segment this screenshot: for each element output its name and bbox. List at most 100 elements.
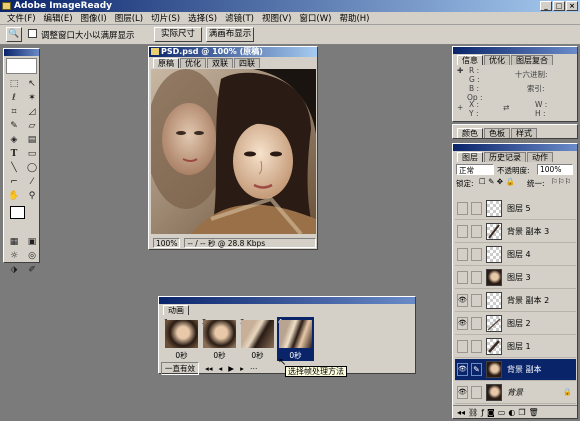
link-toggle[interactable]: [471, 225, 482, 238]
eye-icon[interactable]: 👁: [457, 363, 468, 376]
first-frame-icon[interactable]: ◂◂: [205, 364, 213, 373]
download-time-dropdown[interactable]: -- / -- 秒 @ 28.8 Kbps: [184, 238, 316, 248]
preview-browser-icon[interactable]: ☼: [6, 250, 22, 262]
canvas-photo[interactable]: [151, 69, 316, 234]
brush-tool-icon[interactable]: ✎: [6, 120, 22, 132]
new-layer-icon[interactable]: ❐: [518, 408, 525, 417]
eye-icon[interactable]: 👁: [457, 386, 468, 399]
marquee-tool-icon[interactable]: ⬚: [6, 78, 22, 90]
fit-screen-button[interactable]: 满画布显示: [206, 27, 254, 42]
visibility-toggle[interactable]: [457, 271, 468, 284]
loop-select[interactable]: 一直有效: [161, 361, 199, 375]
layer-row[interactable]: 👁 背景 副本 2: [455, 290, 576, 312]
tab-history[interactable]: 历史记录: [484, 152, 526, 162]
close-button[interactable]: ×: [566, 1, 578, 11]
crop-tool-icon[interactable]: ⌗: [6, 106, 22, 118]
menu-help[interactable]: 帮助(H): [335, 12, 373, 24]
tab-color[interactable]: 颜色: [457, 128, 483, 138]
tab-styles[interactable]: 样式: [511, 128, 537, 138]
tab-layer-comps[interactable]: 图层复合: [511, 55, 553, 65]
link-toggle[interactable]: [471, 317, 482, 330]
eye-icon[interactable]: 👁: [457, 294, 468, 307]
visibility-toggle[interactable]: [457, 248, 468, 261]
link-toggle[interactable]: [471, 340, 482, 353]
menu-file[interactable]: 文件(F): [3, 12, 40, 24]
tab-2up[interactable]: 双联: [207, 58, 233, 68]
image-map-visibility-icon[interactable]: ⬗: [6, 264, 22, 276]
opacity-input[interactable]: 100%: [537, 164, 573, 175]
shape-tool-icon[interactable]: ◯: [24, 162, 40, 174]
layer-row[interactable]: 图层 5: [455, 198, 576, 220]
menu-window[interactable]: 窗口(W): [295, 12, 335, 24]
brush-icon[interactable]: ✎: [471, 363, 482, 376]
eyedropper-tool-icon[interactable]: ⁄: [24, 176, 40, 188]
layer-row[interactable]: 图层 4: [455, 244, 576, 266]
layer-row[interactable]: 图层 1: [455, 336, 576, 358]
trash-icon[interactable]: 🗑: [529, 408, 539, 417]
animation-frame[interactable]: 3 0秒: [239, 317, 276, 361]
animation-frame[interactable]: 1 0秒: [163, 317, 200, 361]
menu-select[interactable]: 选择(S): [184, 12, 221, 24]
frame-delay[interactable]: 0秒: [163, 350, 200, 361]
line-tool-icon[interactable]: ╲: [6, 162, 22, 174]
hand-tool-icon[interactable]: ✋: [6, 190, 22, 202]
toggle-slice-icon[interactable]: ▦: [6, 236, 22, 248]
first-frame-icon[interactable]: ◂◂: [457, 408, 465, 417]
menu-image[interactable]: 图像(I): [77, 12, 111, 24]
layer-row[interactable]: 👁 背景 🔒: [455, 382, 576, 404]
visibility-toggle[interactable]: [457, 202, 468, 215]
visibility-toggle[interactable]: [457, 225, 468, 238]
layer-row-selected[interactable]: 👁 ✎ 背景 副本: [455, 359, 576, 381]
tab-info[interactable]: 信息: [457, 55, 483, 65]
rectangle-tool-icon[interactable]: ▭: [24, 148, 40, 160]
link-toggle[interactable]: [471, 248, 482, 261]
layer-row[interactable]: 背景 副本 3: [455, 221, 576, 243]
prev-frame-icon[interactable]: ◂: [219, 364, 223, 373]
eye-icon[interactable]: 👁: [457, 317, 468, 330]
menu-edit[interactable]: 编辑(E): [40, 12, 77, 24]
frame-delay[interactable]: 0秒: [201, 350, 238, 361]
actual-pixels-button[interactable]: 实际尺寸: [154, 27, 202, 42]
fill-tool-icon[interactable]: ◈: [6, 134, 22, 146]
tab-original[interactable]: 原稿: [153, 58, 179, 68]
gradient-tool-icon[interactable]: ▤: [24, 134, 40, 146]
link-layers-icon[interactable]: ⛓: [468, 408, 478, 417]
tab-animation[interactable]: 动画: [163, 305, 189, 315]
eraser-tool-icon[interactable]: ▱: [24, 120, 40, 132]
jump-to-photoshop-icon[interactable]: ◎: [24, 250, 40, 262]
adjustment-icon[interactable]: ◐: [508, 408, 515, 417]
tab-actions[interactable]: 动作: [527, 152, 553, 162]
play-icon[interactable]: ▶: [228, 364, 234, 373]
magic-wand-tool-icon[interactable]: ✶: [24, 92, 40, 104]
tab-4up[interactable]: 四联: [234, 58, 260, 68]
layer-row[interactable]: 图层 3: [455, 267, 576, 289]
rollover-preview-icon[interactable]: ✐: [24, 264, 40, 276]
tab-swatches[interactable]: 色板: [484, 128, 510, 138]
zoom-level-dropdown[interactable]: 100%: [153, 238, 181, 248]
type-tool-icon[interactable]: T: [6, 148, 22, 160]
mask-icon[interactable]: ◙: [487, 408, 495, 417]
tab-optimize[interactable]: 优化: [484, 55, 510, 65]
maximize-button[interactable]: □: [553, 1, 565, 11]
link-toggle[interactable]: [471, 386, 482, 399]
move-tool-icon[interactable]: ↖: [24, 78, 40, 90]
next-frame-icon[interactable]: ▸: [240, 364, 244, 373]
link-toggle[interactable]: [471, 294, 482, 307]
menu-filter[interactable]: 滤镜(T): [221, 12, 258, 24]
menu-view[interactable]: 视图(V): [258, 12, 295, 24]
frame-delay[interactable]: 0秒: [239, 350, 276, 361]
preview-document-icon[interactable]: ▣: [24, 236, 40, 248]
zoom-tool-icon[interactable]: ⚲: [24, 190, 40, 202]
menu-layer[interactable]: 图层(L): [111, 12, 147, 24]
link-toggle[interactable]: [471, 271, 482, 284]
unify-icons[interactable]: ⚐⚐⚐: [551, 177, 571, 186]
image-map-tool-icon[interactable]: ⌐: [6, 176, 22, 188]
visibility-toggle[interactable]: [457, 340, 468, 353]
menu-slice[interactable]: 切片(S): [147, 12, 184, 24]
layer-row[interactable]: 👁 图层 2: [455, 313, 576, 335]
foreground-color[interactable]: [10, 206, 25, 219]
blend-mode-select[interactable]: 正常: [456, 164, 494, 175]
fit-window-checkbox[interactable]: [28, 29, 37, 38]
animation-frame-selected[interactable]: 4 0秒: [277, 317, 314, 361]
slice-tool-icon[interactable]: ◿: [24, 106, 40, 118]
